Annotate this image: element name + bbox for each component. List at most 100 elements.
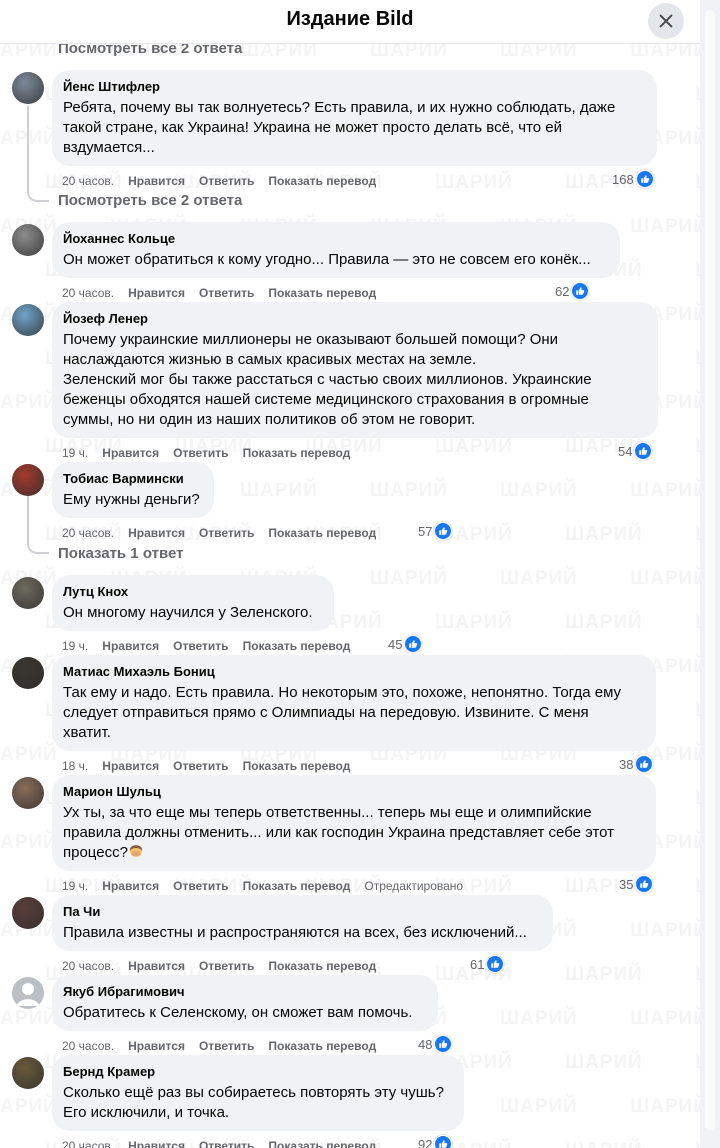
reaction-count[interactable]: 57 (418, 522, 453, 540)
show-reply-link[interactable]: Показать 1 ответ (58, 545, 183, 562)
reply-action[interactable]: Ответить (199, 959, 254, 973)
like-action[interactable]: Нравится (128, 174, 185, 188)
like-action[interactable]: Нравится (102, 446, 159, 460)
reaction-count[interactable]: 45 (388, 635, 423, 653)
comment-author[interactable]: Тобиас Варминcки (63, 470, 202, 487)
comment-timestamp[interactable]: 18 ч. (62, 759, 88, 773)
thread-connector (27, 176, 49, 202)
comment-timestamp[interactable]: 20 часов. (62, 1139, 114, 1148)
watermark-text: ШАРИЙ (500, 1096, 578, 1118)
reaction-count[interactable]: 168 (612, 170, 654, 188)
watermark-text: ШАРИЙ (370, 480, 448, 502)
comment-timestamp[interactable]: 19 ч. (62, 879, 88, 893)
show-translation-action[interactable]: Показать перевод (243, 639, 351, 653)
comment-author[interactable]: Па Чи (63, 903, 541, 920)
reply-action[interactable]: Ответить (199, 1139, 254, 1148)
comment-text-content: Он может обратиться к кому угодно... Пра… (63, 251, 591, 268)
comment-text: Ребята, почему вы так волнуетесь? Есть п… (63, 98, 645, 158)
reaction-count-value: 168 (612, 171, 634, 187)
reply-action[interactable]: Ответить (199, 1039, 254, 1053)
comment-timestamp[interactable]: 20 часов. (62, 286, 114, 300)
comment-actions: 19 ч. Нравится Ответить Показать перевод (62, 446, 364, 460)
reaction-count-value: 92 (418, 1136, 433, 1148)
watermark-text: ШАРИЙ (0, 1096, 58, 1118)
watermark-text: ШАРИЙ (630, 1096, 708, 1118)
comment-author[interactable]: Марион Шульц (63, 783, 644, 800)
comment-timestamp[interactable]: 19 ч. (62, 446, 88, 460)
like-action[interactable]: Нравится (128, 286, 185, 300)
reply-action[interactable]: Ответить (199, 286, 254, 300)
show-translation-action[interactable]: Показать перевод (268, 174, 376, 188)
reply-action[interactable]: Ответить (173, 639, 228, 653)
show-translation-action[interactable]: Показать перевод (268, 526, 376, 540)
show-translation-action[interactable]: Показать перевод (243, 446, 351, 460)
show-translation-action[interactable]: Показать перевод (268, 1139, 376, 1148)
comment-timestamp[interactable]: 20 часов. (62, 959, 114, 973)
reaction-count-value: 48 (418, 1036, 433, 1052)
watermark-text: ШАРИЙ (565, 1140, 643, 1148)
avatar[interactable] (12, 897, 44, 929)
comment-timestamp[interactable]: 20 часов. (62, 174, 114, 188)
like-action[interactable]: Нравится (102, 759, 159, 773)
view-replies-link[interactable]: Посмотреть все 2 ответа (58, 192, 242, 209)
avatar[interactable] (12, 977, 44, 1009)
comment-text: Сколько ещё раз вы собираетесь повторять… (63, 1083, 452, 1123)
reaction-count[interactable]: 61 (470, 955, 505, 973)
like-action[interactable]: Нравится (128, 1139, 185, 1148)
comment-author[interactable]: Бернд Крамер (63, 1063, 452, 1080)
show-translation-action[interactable]: Показать перевод (243, 759, 351, 773)
comment-bubble: Якуб Ибрагимович Обратитесь к Селенскому,… (52, 975, 438, 1031)
scrollbar[interactable] (700, 0, 720, 1148)
comment-author[interactable]: Якуб Ибрагимович (63, 983, 426, 1000)
reply-action[interactable]: Ответить (173, 879, 228, 893)
reply-action[interactable]: Ответить (199, 174, 254, 188)
like-action[interactable]: Нравится (128, 526, 185, 540)
watermark-text: ШАРИЙ (630, 920, 708, 942)
comment-author[interactable]: Лутц Кнох (63, 583, 322, 600)
comment-text-content: Правила известны и распространяются на в… (63, 924, 527, 941)
thread-line (27, 496, 29, 530)
avatar[interactable] (12, 304, 44, 336)
comment-author[interactable]: Йоханнес Кольце (63, 230, 608, 247)
comment-text: Обратитесь к Селенскому, он сможет вам п… (63, 1003, 426, 1023)
reaction-count[interactable]: 38 (619, 755, 654, 773)
avatar[interactable] (12, 72, 44, 104)
reaction-count[interactable]: 35 (619, 875, 654, 893)
thumbs-up-icon (434, 1035, 453, 1053)
comment-author[interactable]: Матиас Михаэль Бониц (63, 663, 644, 680)
comment-actions: 18 ч. Нравится Ответить Показать перевод (62, 759, 364, 773)
comment-author[interactable]: Йозеф Ленер (63, 310, 646, 327)
avatar[interactable] (12, 777, 44, 809)
avatar[interactable] (12, 464, 44, 496)
reaction-count[interactable]: 48 (418, 1035, 453, 1053)
comment-timestamp[interactable]: 20 часов. (62, 1039, 114, 1053)
show-translation-action[interactable]: Показать перевод (268, 1039, 376, 1053)
reaction-count[interactable]: 54 (618, 442, 653, 460)
comment-timestamp[interactable]: 20 часов. (62, 526, 114, 540)
reaction-count-value: 54 (618, 443, 633, 459)
avatar[interactable] (12, 657, 44, 689)
show-translation-action[interactable]: Показать перевод (268, 286, 376, 300)
reaction-count[interactable]: 62 (555, 282, 590, 300)
like-action[interactable]: Нравится (128, 959, 185, 973)
like-action[interactable]: Нравится (102, 879, 159, 893)
reply-action[interactable]: Ответить (173, 446, 228, 460)
thumbs-up-icon (404, 635, 423, 653)
comment-timestamp[interactable]: 19 ч. (62, 639, 88, 653)
comment-text-content: Так ему и надо. Есть правила. Но некотор… (63, 684, 622, 741)
like-action[interactable]: Нравится (128, 1039, 185, 1053)
close-button[interactable] (648, 3, 684, 39)
watermark-text: ШАРИЙ (565, 1052, 643, 1074)
reply-action[interactable]: Ответить (173, 759, 228, 773)
show-translation-action[interactable]: Показать перевод (268, 959, 376, 973)
watermark-text: ШАРИЙ (435, 436, 513, 458)
avatar[interactable] (12, 1057, 44, 1089)
scrollbar-thumb[interactable] (705, 10, 715, 1130)
reaction-count[interactable]: 92 (418, 1135, 453, 1148)
avatar[interactable] (12, 577, 44, 609)
avatar[interactable] (12, 224, 44, 256)
like-action[interactable]: Нравится (102, 639, 159, 653)
show-translation-action[interactable]: Показать перевод (243, 879, 351, 893)
comment-author[interactable]: Йенс Штифлер (63, 78, 645, 95)
reply-action[interactable]: Ответить (199, 526, 254, 540)
